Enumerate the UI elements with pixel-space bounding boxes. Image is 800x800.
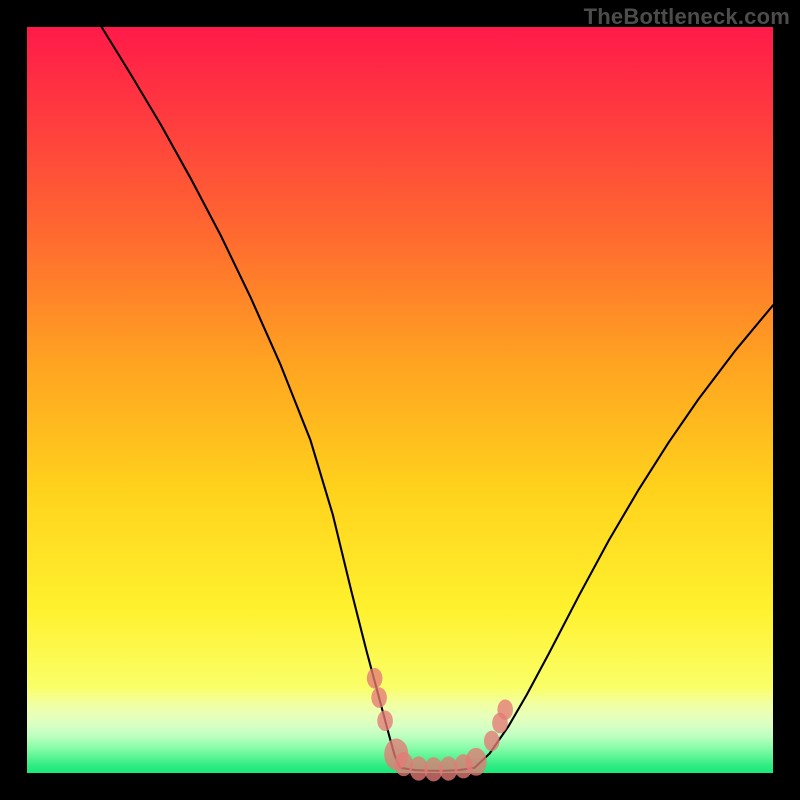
highlight-marker (465, 748, 486, 776)
highlight-marker (484, 731, 500, 752)
chart-plot-area (27, 27, 773, 773)
highlight-marker (497, 699, 513, 720)
highlight-marker (367, 668, 383, 689)
highlight-marker (377, 711, 393, 732)
curve-path (102, 27, 773, 771)
watermark-text: TheBottleneck.com (584, 4, 790, 30)
chart-frame: TheBottleneck.com (0, 0, 800, 800)
highlight-marker (371, 687, 387, 708)
bottleneck-curve (27, 27, 773, 773)
